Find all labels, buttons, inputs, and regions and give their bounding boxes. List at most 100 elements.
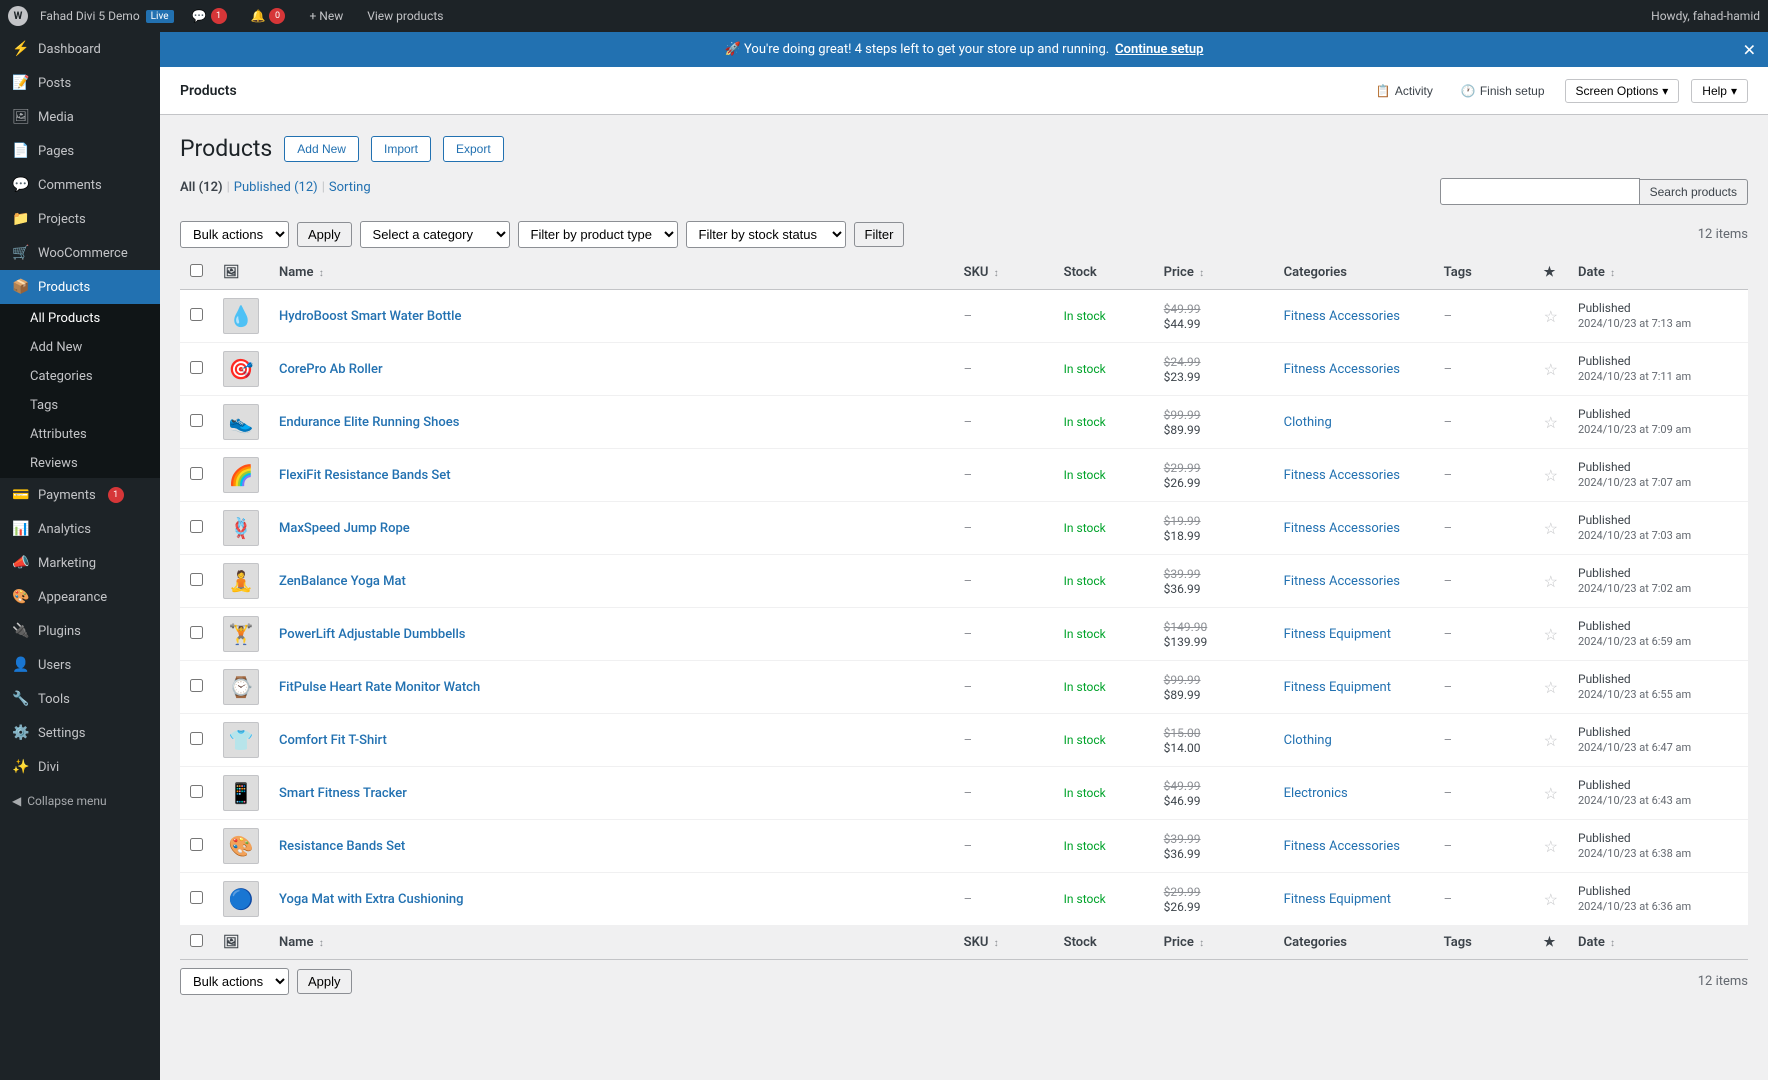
filter-tab-published[interactable]: Published (12)	[234, 180, 318, 195]
category-link-4[interactable]: Fitness Accessories	[1284, 521, 1400, 536]
filter-tab-all[interactable]: All (12)	[180, 180, 223, 195]
search-input[interactable]	[1440, 178, 1640, 205]
category-link-9[interactable]: Electronics	[1284, 786, 1348, 801]
category-link-0[interactable]: Fitness Accessories	[1284, 309, 1400, 324]
product-name-link-2[interactable]: Endurance Elite Running Shoes	[279, 415, 459, 430]
search-products-button[interactable]: Search products	[1640, 179, 1748, 205]
sidebar-item-media[interactable]: 🖼 Media	[0, 100, 160, 134]
sidebar-sub-reviews[interactable]: Reviews	[0, 449, 160, 478]
row-checkbox-8[interactable]	[190, 732, 203, 745]
category-link-7[interactable]: Fitness Equipment	[1284, 680, 1391, 695]
select-all-checkbox[interactable]	[190, 264, 203, 277]
product-name-link-4[interactable]: MaxSpeed Jump Rope	[279, 521, 410, 536]
sidebar-item-pages[interactable]: 📄 Pages	[0, 134, 160, 168]
category-link-2[interactable]: Clothing	[1284, 415, 1332, 430]
category-link-1[interactable]: Fitness Accessories	[1284, 362, 1400, 377]
stock-status-select[interactable]: Filter by stock status	[686, 221, 846, 248]
sku-column-header[interactable]: SKU ↕	[954, 256, 1054, 290]
row-checkbox-1[interactable]	[190, 361, 203, 374]
row-checkbox-0[interactable]	[190, 308, 203, 321]
admin-bar-view-products[interactable]: View products	[361, 9, 449, 23]
row-checkbox-10[interactable]	[190, 838, 203, 851]
category-link-11[interactable]: Fitness Equipment	[1284, 892, 1391, 907]
category-link-5[interactable]: Fitness Accessories	[1284, 574, 1400, 589]
sidebar-item-analytics[interactable]: 📊 Analytics	[0, 512, 160, 546]
row-checkbox-4[interactable]	[190, 520, 203, 533]
sidebar-item-comments[interactable]: 💬 Comments	[0, 168, 160, 202]
sidebar-item-projects[interactable]: 📁 Projects	[0, 202, 160, 236]
apply-button-bottom[interactable]: Apply	[297, 969, 352, 994]
product-name-link-5[interactable]: ZenBalance Yoga Mat	[279, 574, 406, 589]
help-button[interactable]: Help ▾	[1691, 79, 1748, 103]
product-name-link-10[interactable]: Resistance Bands Set	[279, 839, 405, 854]
row-checkbox-9[interactable]	[190, 785, 203, 798]
activity-button[interactable]: 📋 Activity	[1368, 80, 1441, 102]
sidebar-item-tools[interactable]: 🔧 Tools	[0, 682, 160, 716]
category-link-8[interactable]: Clothing	[1284, 733, 1332, 748]
site-name[interactable]: Fahad Divi 5 Demo Live	[40, 9, 174, 23]
sidebar-item-users[interactable]: 👤 Users	[0, 648, 160, 682]
product-name-link-7[interactable]: FitPulse Heart Rate Monitor Watch	[279, 680, 480, 695]
product-name-link-0[interactable]: HydroBoost Smart Water Bottle	[279, 309, 461, 324]
admin-bar-updates[interactable]: 🔔 0	[245, 8, 292, 24]
featured-star-10[interactable]: ☆	[1544, 837, 1558, 856]
category-link-6[interactable]: Fitness Equipment	[1284, 627, 1391, 642]
featured-star-11[interactable]: ☆	[1544, 890, 1558, 909]
product-name-link-9[interactable]: Smart Fitness Tracker	[279, 786, 407, 801]
sidebar-item-divi[interactable]: ✨ Divi	[0, 750, 160, 784]
sidebar-item-payments[interactable]: 💳 Payments 1	[0, 478, 160, 512]
price-footer-header[interactable]: Price ↕	[1154, 926, 1274, 960]
import-button[interactable]: Import	[371, 136, 431, 162]
featured-star-0[interactable]: ☆	[1544, 307, 1558, 326]
featured-star-8[interactable]: ☆	[1544, 731, 1558, 750]
sidebar-item-dashboard[interactable]: ⚡ Dashboard	[0, 32, 160, 66]
admin-bar-comments[interactable]: 💬 1	[186, 8, 233, 24]
row-checkbox-5[interactable]	[190, 573, 203, 586]
sidebar-item-settings[interactable]: ⚙️ Settings	[0, 716, 160, 750]
finish-setup-button[interactable]: 🕐 Finish setup	[1453, 80, 1553, 102]
sku-footer-header[interactable]: SKU ↕	[954, 926, 1054, 960]
collapse-menu-button[interactable]: ◀ Collapse menu	[0, 784, 160, 818]
sidebar-item-marketing[interactable]: 📣 Marketing	[0, 546, 160, 580]
product-name-link-1[interactable]: CorePro Ab Roller	[279, 362, 383, 377]
row-checkbox-11[interactable]	[190, 891, 203, 904]
bulk-actions-select-bottom[interactable]: Bulk actions	[180, 968, 289, 995]
sidebar-item-woocommerce[interactable]: 🛒 WooCommerce	[0, 236, 160, 270]
sidebar-sub-add-new[interactable]: Add New	[0, 333, 160, 362]
category-select[interactable]: Select a category	[360, 221, 510, 248]
featured-star-1[interactable]: ☆	[1544, 360, 1558, 379]
sidebar-sub-categories[interactable]: Categories	[0, 362, 160, 391]
row-checkbox-7[interactable]	[190, 679, 203, 692]
row-checkbox-3[interactable]	[190, 467, 203, 480]
export-button[interactable]: Export	[443, 136, 504, 162]
screen-options-button[interactable]: Screen Options ▾	[1565, 79, 1680, 103]
sidebar-sub-attributes[interactable]: Attributes	[0, 420, 160, 449]
category-link-3[interactable]: Fitness Accessories	[1284, 468, 1400, 483]
row-checkbox-2[interactable]	[190, 414, 203, 427]
featured-star-9[interactable]: ☆	[1544, 784, 1558, 803]
product-name-link-11[interactable]: Yoga Mat with Extra Cushioning	[279, 892, 464, 907]
apply-button-top[interactable]: Apply	[297, 222, 352, 247]
product-name-link-6[interactable]: PowerLift Adjustable Dumbbells	[279, 627, 466, 642]
date-column-header[interactable]: Date ↕	[1568, 256, 1748, 290]
admin-bar-new[interactable]: + New	[303, 9, 349, 23]
sidebar-item-appearance[interactable]: 🎨 Appearance	[0, 580, 160, 614]
featured-star-6[interactable]: ☆	[1544, 625, 1558, 644]
sidebar-item-products[interactable]: 📦 Products	[0, 270, 160, 304]
featured-star-4[interactable]: ☆	[1544, 519, 1558, 538]
sidebar-sub-all-products[interactable]: All Products	[0, 304, 160, 333]
sidebar-item-posts[interactable]: 📝 Posts	[0, 66, 160, 100]
product-type-select[interactable]: Filter by product type	[518, 221, 678, 248]
banner-close-button[interactable]: ✕	[1743, 40, 1756, 59]
name-footer-header[interactable]: Name ↕	[269, 926, 954, 960]
product-name-link-8[interactable]: Comfort Fit T-Shirt	[279, 733, 387, 748]
row-checkbox-6[interactable]	[190, 626, 203, 639]
price-column-header[interactable]: Price ↕	[1154, 256, 1274, 290]
product-name-link-3[interactable]: FlexiFit Resistance Bands Set	[279, 468, 451, 483]
sidebar-item-plugins[interactable]: 🔌 Plugins	[0, 614, 160, 648]
select-all-footer-checkbox[interactable]	[190, 934, 203, 947]
filter-button[interactable]: Filter	[854, 222, 905, 247]
category-link-10[interactable]: Fitness Accessories	[1284, 839, 1400, 854]
featured-star-5[interactable]: ☆	[1544, 572, 1558, 591]
date-footer-header[interactable]: Date ↕	[1568, 926, 1748, 960]
